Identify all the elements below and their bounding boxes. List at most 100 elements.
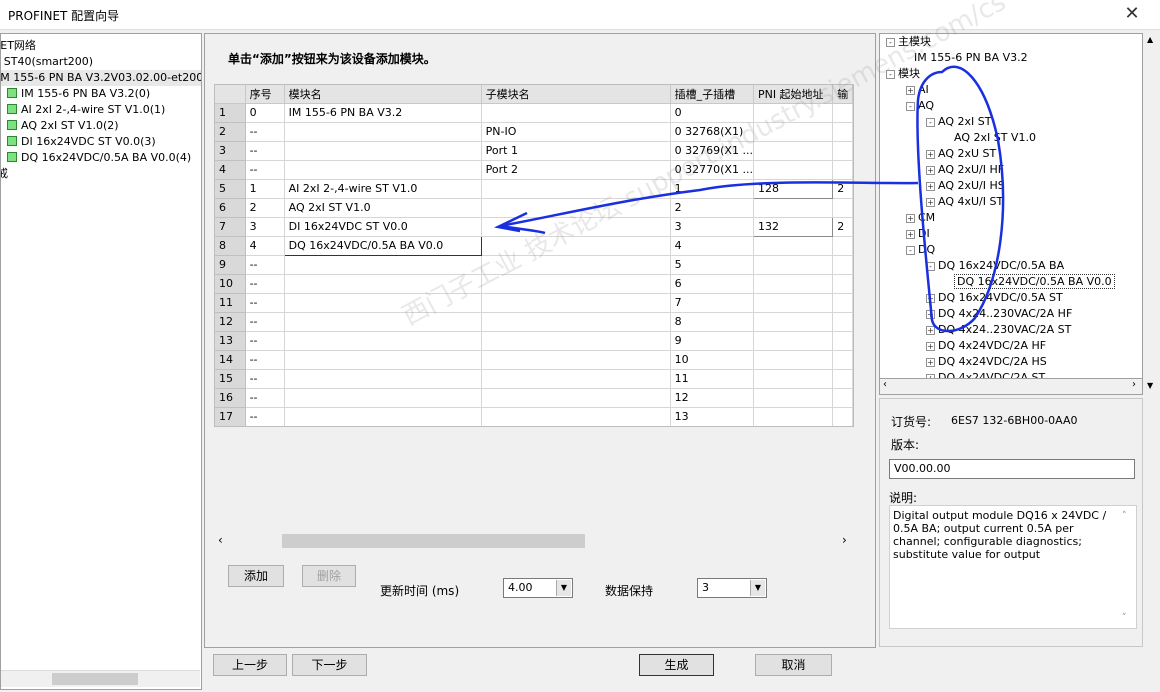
table-cell[interactable]: 0 32768(X1) bbox=[670, 122, 754, 142]
table-cell[interactable]: 2 bbox=[245, 198, 285, 218]
catalog-tree-hscrollbar[interactable]: ‹ › bbox=[879, 378, 1143, 395]
column-header[interactable]: 输 bbox=[832, 85, 853, 104]
table-cell[interactable] bbox=[753, 236, 834, 256]
row-header[interactable]: 2 bbox=[215, 122, 246, 142]
catalog-tree-item[interactable]: AQ 2xI ST V1.0 bbox=[946, 130, 1036, 146]
device-tree-item[interactable]: DI 16x24VDC ST V0.0(3) bbox=[7, 134, 156, 150]
table-cell[interactable] bbox=[832, 312, 853, 332]
expand-icon[interactable]: + bbox=[926, 326, 935, 335]
table-row[interactable]: 12 -- 8 bbox=[215, 312, 853, 332]
table-cell[interactable] bbox=[481, 407, 671, 426]
table-cell[interactable] bbox=[753, 293, 834, 313]
table-cell[interactable] bbox=[832, 122, 853, 142]
row-header[interactable]: 17 bbox=[215, 407, 246, 426]
table-cell[interactable] bbox=[832, 388, 853, 408]
expand-icon[interactable]: + bbox=[906, 230, 915, 239]
table-cell[interactable] bbox=[481, 255, 671, 275]
table-row[interactable]: 7 3 DI 16x24VDC ST V0.0 3 132 2 bbox=[215, 216, 853, 237]
catalog-tree-item[interactable]: DQ 16x24VDC/0.5A BA V0.0 bbox=[946, 274, 1115, 290]
device-tree-panel[interactable]: IET网络 J ST40(smart200) IM 155-6 PN BA V3.2… bbox=[0, 33, 202, 690]
row-header[interactable]: 15 bbox=[215, 369, 246, 389]
catalog-tree-item[interactable]: - DQ 16x24VDC/0.5A BA bbox=[926, 258, 1064, 274]
table-row[interactable]: 8 4 DQ 16x24VDC/0.5A BA V0.0 4 bbox=[215, 235, 853, 256]
table-cell[interactable]: 12 bbox=[670, 388, 754, 408]
table-cell[interactable]: -- bbox=[245, 255, 285, 275]
table-cell[interactable] bbox=[753, 274, 834, 294]
table-cell[interactable]: 9 bbox=[670, 331, 754, 351]
table-cell[interactable] bbox=[753, 407, 834, 426]
catalog-tree-item[interactable]: - 主模块 bbox=[886, 34, 931, 50]
table-cell[interactable] bbox=[753, 350, 834, 370]
scroll-up-icon[interactable]: ▲ bbox=[1147, 35, 1153, 44]
scroll-up-icon[interactable]: ˄ bbox=[1122, 510, 1127, 523]
collapse-icon[interactable]: - bbox=[926, 262, 935, 271]
device-tree-item[interactable]: IET网络 bbox=[1, 38, 36, 54]
catalog-tree-item[interactable]: + DQ 16x24VDC/0.5A ST bbox=[926, 290, 1063, 306]
column-header[interactable] bbox=[215, 85, 246, 104]
table-cell[interactable]: 13 bbox=[670, 407, 754, 426]
scroll-down-icon[interactable]: ▼ bbox=[1147, 381, 1153, 390]
table-row[interactable]: 16 -- 12 bbox=[215, 388, 853, 408]
table-cell[interactable] bbox=[481, 350, 671, 370]
catalog-tree-item[interactable]: + AQ 2xU/I HS bbox=[926, 178, 1005, 194]
table-row[interactable]: 9 -- 5 bbox=[215, 255, 853, 275]
update-time-select[interactable]: 4.00 ▼ bbox=[503, 578, 573, 598]
table-cell[interactable]: 4 bbox=[670, 236, 754, 256]
table-cell[interactable] bbox=[481, 388, 671, 408]
table-cell[interactable]: IM 155-6 PN BA V3.2 bbox=[284, 103, 482, 123]
table-cell[interactable] bbox=[481, 236, 671, 256]
table-cell[interactable]: 10 bbox=[670, 350, 754, 370]
expand-icon[interactable]: + bbox=[926, 294, 935, 303]
table-cell[interactable]: -- bbox=[245, 331, 285, 351]
table-cell[interactable] bbox=[284, 293, 482, 313]
table-cell[interactable]: 6 bbox=[670, 274, 754, 294]
table-cell[interactable] bbox=[481, 103, 671, 123]
table-cell[interactable] bbox=[753, 103, 834, 123]
expand-icon[interactable]: + bbox=[926, 358, 935, 367]
table-cell[interactable]: 8 bbox=[670, 312, 754, 332]
table-cell[interactable]: AQ 2xI ST V1.0 bbox=[284, 198, 482, 218]
table-cell[interactable] bbox=[832, 350, 853, 370]
table-row[interactable]: 10 -- 6 bbox=[215, 274, 853, 294]
prev-button[interactable]: 上一步 bbox=[213, 654, 287, 676]
version-field[interactable]: V00.00.00 bbox=[889, 459, 1135, 479]
table-cell[interactable] bbox=[284, 331, 482, 351]
table-cell[interactable] bbox=[284, 407, 482, 426]
device-tree-item[interactable]: DQ 16x24VDC/0.5A BA V0.0(4) bbox=[7, 150, 191, 166]
generate-button[interactable]: 生成 bbox=[639, 654, 714, 676]
delete-button[interactable]: 删除 bbox=[302, 565, 356, 587]
table-cell[interactable]: 7 bbox=[670, 293, 754, 313]
table-row[interactable]: 4 -- Port 20 32770(X1 ... bbox=[215, 160, 853, 180]
close-icon[interactable]: ✕ bbox=[1120, 3, 1144, 27]
table-cell[interactable]: 1 bbox=[670, 179, 754, 199]
table-cell[interactable]: -- bbox=[245, 293, 285, 313]
table-cell[interactable]: -- bbox=[245, 122, 285, 142]
column-header[interactable]: 子模块名 bbox=[481, 85, 671, 104]
collapse-icon[interactable]: - bbox=[906, 102, 915, 111]
row-header[interactable]: 16 bbox=[215, 388, 246, 408]
table-row[interactable]: 14 -- 10 bbox=[215, 350, 853, 370]
column-header[interactable]: 模块名 bbox=[284, 85, 482, 104]
catalog-tree-item[interactable]: + AQ 2xU/I HF bbox=[926, 162, 1004, 178]
row-header[interactable]: 5 bbox=[215, 179, 246, 199]
table-cell[interactable] bbox=[832, 293, 853, 313]
catalog-tree-item[interactable]: - 模块 bbox=[886, 66, 920, 82]
row-header[interactable]: 8 bbox=[215, 236, 246, 256]
device-tree-item[interactable]: IM 155-6 PN BA V3.2(0) bbox=[7, 86, 150, 102]
table-cell[interactable]: 2 bbox=[832, 217, 853, 237]
table-cell[interactable]: -- bbox=[245, 369, 285, 389]
table-cell[interactable]: 0 bbox=[245, 103, 285, 123]
table-cell[interactable]: -- bbox=[245, 407, 285, 426]
table-cell[interactable] bbox=[832, 103, 853, 123]
table-cell[interactable]: 1 bbox=[245, 179, 285, 199]
row-header[interactable]: 14 bbox=[215, 350, 246, 370]
chevron-down-icon[interactable]: ▼ bbox=[556, 580, 571, 596]
table-cell[interactable] bbox=[753, 160, 834, 180]
catalog-tree-item[interactable]: - AQ bbox=[906, 98, 934, 114]
catalog-tree-item[interactable]: + AQ 2xU ST bbox=[926, 146, 996, 162]
table-cell[interactable] bbox=[832, 160, 853, 180]
row-header[interactable]: 9 bbox=[215, 255, 246, 275]
device-tree-item[interactable]: IM 155-6 PN BA V3.2V03.02.00-et200sp bbox=[1, 70, 201, 86]
table-cell[interactable]: 3 bbox=[670, 217, 754, 237]
table-cell[interactable] bbox=[832, 369, 853, 389]
